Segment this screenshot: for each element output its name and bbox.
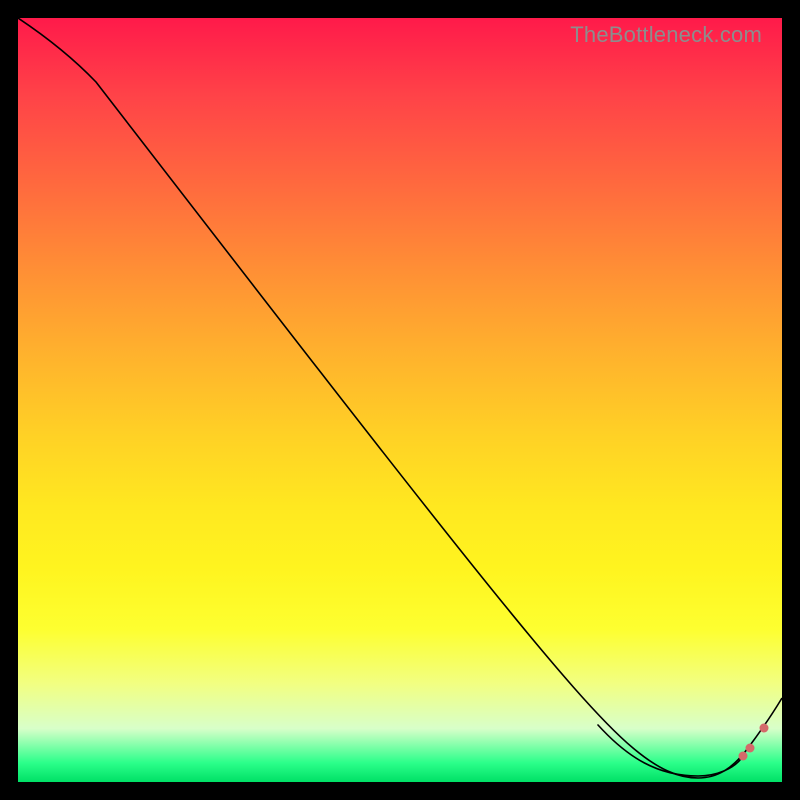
highlight-dots bbox=[598, 724, 769, 777]
highlight-dot bbox=[739, 752, 748, 761]
main-curve bbox=[18, 18, 782, 778]
figure-root: TheBottleneck.com bbox=[0, 0, 800, 800]
highlight-dot bbox=[746, 744, 755, 753]
highlight-dot bbox=[760, 724, 769, 733]
curve-layer bbox=[18, 18, 782, 782]
plot-area: TheBottleneck.com bbox=[18, 18, 782, 782]
highlight-band bbox=[598, 725, 740, 776]
